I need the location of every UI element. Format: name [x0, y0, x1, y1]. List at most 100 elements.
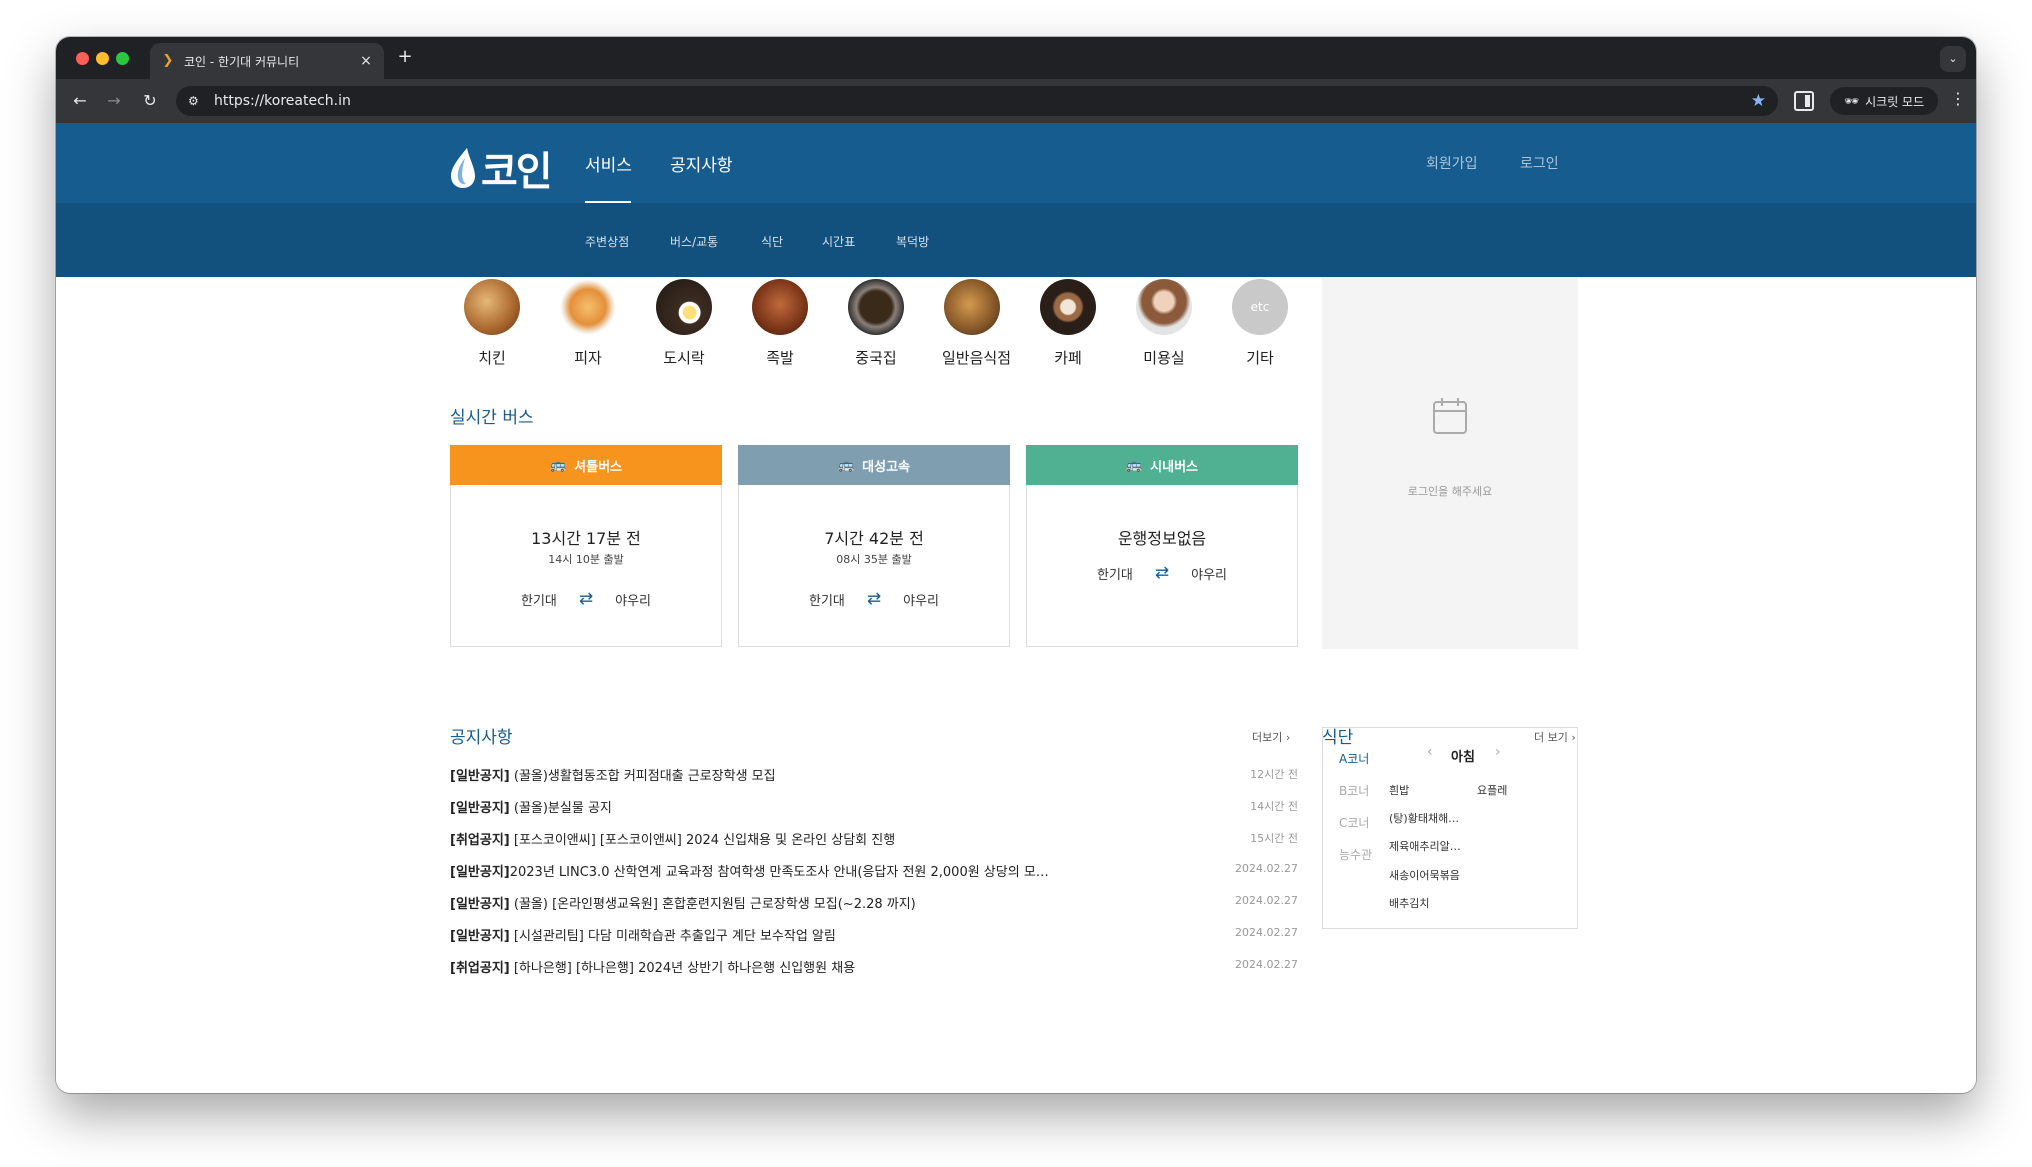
calendar-icon — [1433, 398, 1467, 434]
category-label: 도시락 — [663, 349, 705, 367]
bus-card-city[interactable]: 🚌 시내버스 운행정보없음 한기대 ⇄ 야우리 — [1026, 445, 1298, 647]
incognito-label: 시크릿 모드 — [1865, 94, 1925, 109]
notice-time: 15시간 전 — [1250, 832, 1298, 845]
corner-a[interactable]: A코너 — [1339, 750, 1369, 767]
forward-icon[interactable]: → — [102, 89, 126, 113]
more-label: 더보기 — [1252, 731, 1283, 744]
close-window-button[interactable] — [76, 52, 89, 65]
jokbal-icon — [752, 279, 808, 335]
browser-window: ❯ 코인 - 한기대 커뮤니티 × + ⌄ ← → ↻ ⚙ https://ko… — [56, 37, 1976, 1093]
bookmark-star-icon[interactable]: ★ — [1751, 91, 1766, 111]
notice-tag: [일반공지] — [450, 929, 510, 944]
category-hair-salon[interactable]: 미용실 — [1134, 279, 1194, 368]
sub-nav: 주변상점 버스/교통 식단 시간표 복덕방 — [56, 203, 1976, 277]
category-label: 피자 — [574, 349, 602, 367]
category-label: 카페 — [1054, 349, 1082, 367]
bus-card-express[interactable]: 🚌 대성고속 7시간 42분 전 08시 35분 출발 한기대 ⇄ 야우리 — [738, 445, 1010, 647]
subnav-timetable[interactable]: 시간표 — [822, 233, 855, 250]
swap-route-icon[interactable]: ⇄ — [867, 589, 881, 609]
swap-route-icon[interactable]: ⇄ — [579, 589, 593, 609]
bus-route: 한기대 ⇄ 야우리 — [739, 589, 1009, 609]
lunchbox-icon — [656, 279, 712, 335]
bus-depart-time: 14시 10분 출발 — [548, 553, 624, 566]
side-panel-icon[interactable] — [1794, 91, 1814, 111]
bus-card-shuttle[interactable]: 🚌 셔틀버스 13시간 17분 전 14시 10분 출발 한기대 ⇄ 야우리 — [450, 445, 722, 647]
category-lunchbox[interactable]: 도시락 — [654, 279, 714, 368]
category-cafe[interactable]: 카페 — [1038, 279, 1098, 368]
notice-time: 2024.02.27 — [1235, 926, 1298, 939]
route-from: 한기대 — [520, 593, 557, 609]
favicon-icon: ❯ — [162, 53, 174, 68]
subnav-bus[interactable]: 버스/교통 — [670, 233, 718, 250]
menu-item: 요플레 — [1477, 784, 1508, 797]
restaurant-icon — [944, 279, 1000, 335]
category-restaurant[interactable]: 일반음식점 — [942, 279, 1012, 368]
category-jokbal[interactable]: 족발 — [750, 279, 810, 368]
notice-tag: [일반공지] — [450, 801, 510, 816]
active-tab[interactable]: ❯ 코인 - 한기대 커뮤니티 × — [150, 43, 384, 79]
url-text[interactable]: https://koreatech.in — [214, 93, 351, 109]
swap-route-icon[interactable]: ⇄ — [1155, 563, 1169, 583]
tab-bar: ❯ 코인 - 한기대 커뮤니티 × + ⌄ — [56, 37, 1976, 79]
bus-icon: 🚌 — [549, 457, 567, 473]
meal-box: A코너 B코너 C코너 능수관 ‹ 아침 › 흰밥 요플레 (탕)황태채해… 제… — [1322, 727, 1578, 929]
timetable-login-box[interactable]: 로그인을 해주세요 — [1322, 277, 1578, 649]
chicken-icon — [464, 279, 520, 335]
nav-notice[interactable]: 공지사항 — [670, 151, 733, 176]
nav-service[interactable]: 서비스 — [585, 151, 632, 176]
notice-time: 2024.02.27 — [1235, 862, 1298, 875]
category-label: 일반음식점 — [942, 349, 1012, 367]
corner-b[interactable]: B코너 — [1339, 782, 1369, 799]
bus-icon: 🚌 — [837, 457, 855, 473]
incognito-badge[interactable]: 🕶 시크릿 모드 — [1830, 87, 1938, 115]
category-pizza[interactable]: 피자 — [558, 279, 618, 368]
notice-title: 2023년 LINC3.0 산학연계 교육과정 참여학생 만족도조사 안내(응답… — [509, 865, 1049, 880]
signup-link[interactable]: 회원가입 — [1426, 153, 1478, 173]
notice-tag: [취업공지] — [450, 833, 510, 848]
notice-time: 12시간 전 — [1250, 768, 1298, 781]
route-to: 야우리 — [1191, 567, 1228, 583]
corner-neungsu[interactable]: 능수관 — [1339, 846, 1372, 863]
login-link[interactable]: 로그인 — [1520, 153, 1559, 173]
bus-name: 셔틀버스 — [574, 459, 623, 475]
category-chicken[interactable]: 치킨 — [462, 279, 522, 368]
chevron-right-icon[interactable]: › — [1495, 744, 1501, 760]
reload-icon[interactable]: ↻ — [138, 89, 162, 113]
subnav-stores[interactable]: 주변상점 — [585, 233, 629, 250]
page-content: 코인 서비스 공지사항 회원가입 로그인 주변상점 버스/교통 식단 시간표 복… — [56, 123, 1976, 1093]
menu-item: 흰밥 — [1389, 784, 1410, 797]
notice-time: 2024.02.27 — [1235, 894, 1298, 907]
bus-route: 한기대 ⇄ 야우리 — [1027, 563, 1297, 583]
subnav-meal[interactable]: 식단 — [761, 233, 783, 250]
bus-depart-time: 08시 35분 출발 — [836, 553, 912, 566]
maximize-window-button[interactable] — [116, 52, 129, 65]
category-chinese[interactable]: 중국집 — [846, 279, 906, 368]
close-tab-icon[interactable]: × — [358, 53, 374, 69]
browser-menu-icon[interactable]: ⋮ — [1950, 89, 1966, 108]
cafe-icon — [1040, 279, 1096, 335]
category-label: 치킨 — [478, 349, 506, 367]
meal-time: 아침 — [1451, 750, 1475, 765]
menu-item: 새송이어묵볶음 — [1389, 869, 1460, 882]
category-etc[interactable]: etc 기타 — [1230, 279, 1290, 368]
notice-tag: [일반공지] — [450, 897, 510, 912]
new-tab-icon[interactable]: + — [394, 46, 416, 67]
back-icon[interactable]: ← — [68, 89, 92, 113]
tab-search-icon[interactable]: ⌄ — [1940, 46, 1966, 72]
subnav-room[interactable]: 복덕방 — [896, 233, 929, 250]
category-label: 족발 — [766, 349, 794, 367]
chevron-left-icon[interactable]: ‹ — [1427, 744, 1433, 760]
chevron-right-icon: › — [1285, 731, 1291, 744]
bus-remaining-time: 13시간 17분 전 — [531, 529, 641, 548]
menu-item: (탕)황태채해… — [1389, 812, 1460, 825]
address-bar[interactable]: ⚙ https://koreatech.in ★ — [176, 86, 1778, 116]
site-info-icon[interactable]: ⚙ — [188, 94, 208, 108]
minimize-window-button[interactable] — [96, 52, 109, 65]
notice-time: 2024.02.27 — [1235, 958, 1298, 971]
notice-tag: [일반공지] — [450, 865, 510, 880]
corner-c[interactable]: C코너 — [1339, 814, 1369, 831]
menu-item: 배추김치 — [1389, 897, 1430, 910]
notice-more-link[interactable]: 더보기 › — [1252, 729, 1290, 745]
bus-name: 대성고속 — [862, 459, 911, 475]
site-logo[interactable]: 코인 — [449, 139, 553, 197]
